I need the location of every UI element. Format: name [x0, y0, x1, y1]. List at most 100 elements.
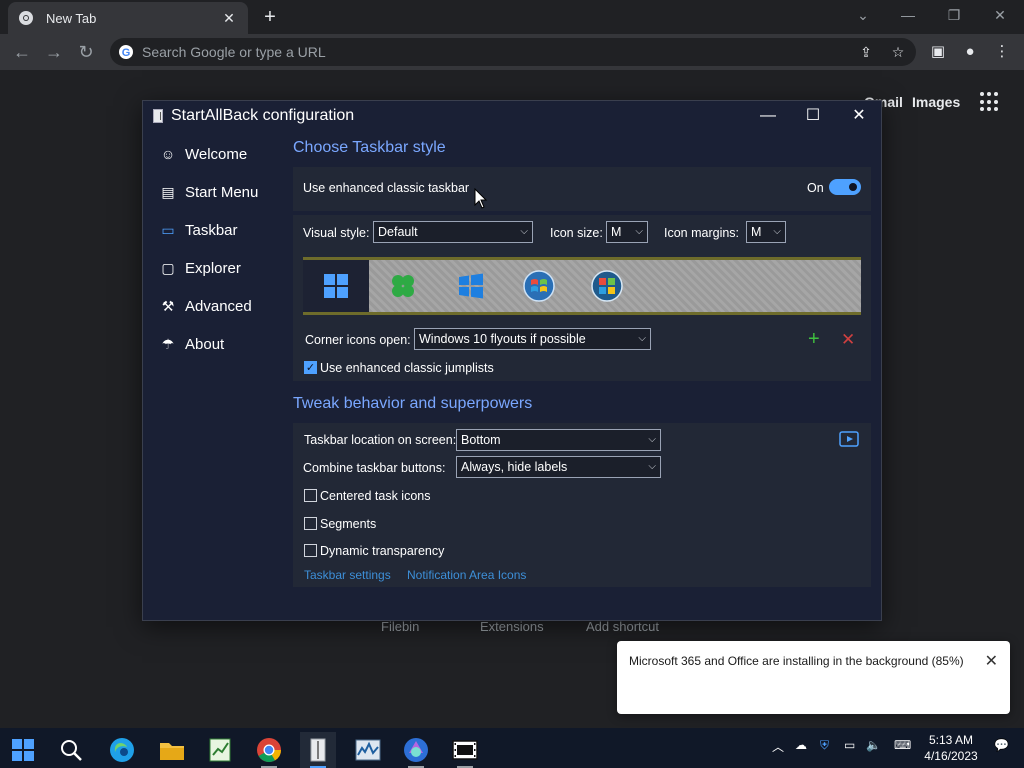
- windows7-orb-icon[interactable]: [523, 270, 555, 302]
- dialog-minimize-button[interactable]: —: [746, 101, 790, 131]
- dynamic-transparency-checkbox[interactable]: [304, 544, 317, 557]
- profile-icon[interactable]: ●: [958, 40, 982, 64]
- nav-item-start-menu[interactable]: ▤ Start Menu: [143, 173, 283, 211]
- jumplists-checkbox[interactable]: ✓: [304, 361, 317, 374]
- enhanced-taskbar-label: Use enhanced classic taskbar: [303, 181, 470, 195]
- startallback-icon: [310, 738, 326, 762]
- side-panel-icon[interactable]: ▣: [926, 40, 950, 64]
- share-icon[interactable]: ⇪: [856, 38, 876, 66]
- bookmark-star-icon[interactable]: ☆: [888, 38, 908, 66]
- browser-close-button[interactable]: ✕: [980, 4, 1020, 26]
- corner-icons-value: Windows 10 flyouts if possible: [419, 332, 586, 346]
- video-tutorial-icon[interactable]: [839, 431, 859, 447]
- notifications-icon[interactable]: 💬: [994, 738, 1009, 752]
- add-icon[interactable]: +: [808, 328, 820, 351]
- google-icon: G: [119, 45, 133, 59]
- vista-orb-icon[interactable]: [591, 270, 623, 302]
- wrench-icon: ⚒: [161, 297, 175, 314]
- nav-item-advanced[interactable]: ⚒ Advanced: [143, 287, 283, 325]
- chrome-taskbar-button[interactable]: [251, 732, 287, 768]
- taskbar-style-preview: [303, 257, 861, 315]
- visual-style-select[interactable]: Default ⌵: [373, 221, 533, 243]
- combine-select[interactable]: Always, hide labels ⌵: [456, 456, 661, 478]
- chrome-icon: [19, 11, 33, 25]
- browser-restore-button[interactable]: ❐: [934, 4, 974, 26]
- corner-icons-select[interactable]: Windows 10 flyouts if possible ⌵: [414, 328, 651, 350]
- nav-item-welcome[interactable]: ☺ Welcome: [143, 135, 283, 173]
- close-tab-icon[interactable]: ✕: [220, 10, 238, 27]
- new-tab-button[interactable]: +: [258, 6, 282, 28]
- media-player-taskbar-button[interactable]: [447, 732, 483, 768]
- chevron-down-icon: ⌵: [648, 461, 656, 472]
- clock-time: 5:13 AM: [928, 733, 974, 747]
- network-icon[interactable]: ▭: [844, 738, 855, 752]
- security-shield-icon[interactable]: ⛨: [820, 738, 829, 753]
- location-select[interactable]: Bottom ⌵: [456, 429, 661, 451]
- shortcut-extensions[interactable]: Extensions: [480, 619, 544, 634]
- menu-icon[interactable]: ⋮: [990, 40, 1014, 64]
- dialog-close-button[interactable]: ✕: [837, 101, 881, 131]
- resource-monitor-taskbar-button[interactable]: [350, 732, 386, 768]
- style-option-windows11[interactable]: [303, 260, 369, 312]
- nav-label: Explorer: [185, 259, 241, 277]
- close-icon[interactable]: ✕: [985, 651, 998, 671]
- edge-taskbar-button[interactable]: [104, 732, 140, 768]
- enhanced-taskbar-panel: Use enhanced classic taskbar On: [293, 167, 871, 211]
- segments-label: Segments: [320, 517, 377, 531]
- images-link[interactable]: Images: [912, 94, 960, 110]
- keyboard-icon[interactable]: ⌨: [894, 738, 911, 752]
- install-notification[interactable]: Microsoft 365 and Office are installing …: [617, 641, 1010, 714]
- dialog-title: StartAllBack configuration: [171, 107, 355, 124]
- startallback-dialog: StartAllBack configuration — ☐ ✕ ☺ Welco…: [142, 100, 882, 621]
- nav-item-about[interactable]: ☂ About: [143, 325, 283, 363]
- tab-search-icon[interactable]: ⌄: [843, 4, 883, 26]
- dynamic-transparency-label: Dynamic transparency: [320, 544, 445, 558]
- icon-margins-value: M: [751, 225, 762, 239]
- start-button[interactable]: [5, 732, 41, 768]
- forward-icon[interactable]: →: [42, 40, 66, 64]
- windows10-logo-icon[interactable]: [455, 270, 487, 302]
- centered-icons-label: Centered task icons: [320, 489, 431, 503]
- shortcut-add[interactable]: Add shortcut: [586, 619, 659, 634]
- centered-icons-checkbox[interactable]: [304, 489, 317, 502]
- icon-size-select[interactable]: M ⌵: [606, 221, 648, 243]
- notepad-taskbar-button[interactable]: [202, 732, 238, 768]
- clock[interactable]: 5:13 AM 4/16/2023: [920, 732, 982, 764]
- dialog-titlebar: StartAllBack configuration — ☐ ✕: [143, 101, 881, 131]
- clover-logo-icon[interactable]: [387, 270, 419, 302]
- icon-margins-select[interactable]: M ⌵: [746, 221, 786, 243]
- browser-tab[interactable]: New Tab ✕: [8, 2, 248, 34]
- omnibox-placeholder: Search Google or type a URL: [142, 44, 326, 60]
- startallback-taskbar-button[interactable]: [300, 732, 336, 768]
- enhanced-taskbar-toggle[interactable]: [829, 179, 861, 195]
- corner-icons-label: Corner icons open:: [305, 333, 411, 347]
- combine-value: Always, hide labels: [461, 460, 568, 474]
- browser-titlebar: New Tab ✕ + ⌄ — ❐ ✕: [0, 0, 1024, 34]
- back-icon[interactable]: ←: [10, 40, 34, 64]
- file-explorer-taskbar-button[interactable]: [154, 732, 190, 768]
- notification-area-icons-link[interactable]: Notification Area Icons: [407, 568, 526, 582]
- remove-icon[interactable]: ✕: [841, 330, 855, 350]
- office-installer-taskbar-button[interactable]: [398, 732, 434, 768]
- section-title-tweak-behavior: Tweak behavior and superpowers: [293, 395, 533, 412]
- search-button[interactable]: [53, 732, 89, 768]
- cloud-offline-icon[interactable]: ☁: [795, 738, 807, 752]
- edge-icon: [110, 738, 134, 762]
- show-hidden-icons-chevron-up-icon[interactable]: ︿: [772, 738, 784, 755]
- taskbar-settings-link[interactable]: Taskbar settings: [304, 568, 391, 582]
- mouse-cursor-icon: [474, 188, 488, 209]
- omnibox[interactable]: G Search Google or type a URL: [110, 38, 916, 66]
- browser-toolbar: ← → ↻ G Search Google or type a URL ⇪ ☆ …: [0, 34, 1024, 70]
- taskbar-icon: ▭: [161, 221, 175, 238]
- nav-item-taskbar[interactable]: ▭ Taskbar: [143, 211, 283, 249]
- google-apps-icon[interactable]: [980, 92, 1000, 112]
- shortcut-filebin[interactable]: Filebin: [381, 619, 419, 634]
- dialog-maximize-button[interactable]: ☐: [791, 101, 835, 131]
- chevron-down-icon: ⌵: [520, 226, 528, 237]
- nav-item-explorer[interactable]: ▢ Explorer: [143, 249, 283, 287]
- segments-checkbox[interactable]: [304, 517, 317, 530]
- browser-minimize-button[interactable]: —: [888, 4, 928, 26]
- volume-icon[interactable]: 🔈: [866, 738, 881, 752]
- reload-icon[interactable]: ↻: [74, 40, 98, 64]
- chrome-icon: [257, 738, 281, 763]
